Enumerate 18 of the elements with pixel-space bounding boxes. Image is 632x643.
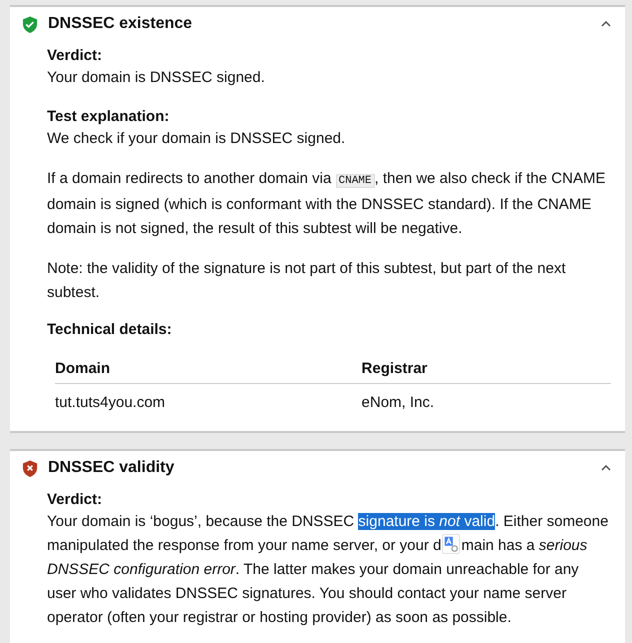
chevron-up-icon[interactable] xyxy=(601,21,611,27)
section-heading: Technical details: xyxy=(47,321,173,338)
paragraph: Your domain is DNSSEC signed. xyxy=(47,68,266,88)
field-label: Test explanation: xyxy=(47,107,170,127)
paragraph: Your domain is ‘bogus’, because the DNSSEC signature is not valid. Either someone manipulated the response from your name server, or your d main has a serious DNSSEC configuration error. The latter makes your domain unreachable for any user who validates DNSSEC signatures. You should contact your name server operator (often your registrar or hosting provider) as soon as possible. xyxy=(47,512,610,628)
translate-icon[interactable] xyxy=(442,534,460,554)
table-cell: tut.tuts4you.com xyxy=(55,384,362,415)
paragraph: Note: the validity of the signature is not part of this subtest, but part of the next subtest. xyxy=(47,259,567,303)
card-title: DNSSEC validity xyxy=(48,459,176,477)
table-cell: eNom, Inc. xyxy=(362,384,611,415)
field-label: Verdict: xyxy=(47,490,104,510)
paragraph: We check if your domain is DNSSEC signed. xyxy=(47,129,346,149)
column-header: Domain xyxy=(55,354,362,384)
field-label: Verdict: xyxy=(47,46,104,66)
chevron-up-icon[interactable] xyxy=(601,465,611,471)
column-header: Registrar xyxy=(362,354,611,384)
paragraph: If a domain redirects to another domain via CNAME , then we also check if the CNAME domain is signed (which is conformant with the DNSSEC standard). If the CNAME domain is not signed, the result of this subtest will be negative. xyxy=(47,169,606,239)
card-title: DNSSEC existence xyxy=(48,15,194,33)
